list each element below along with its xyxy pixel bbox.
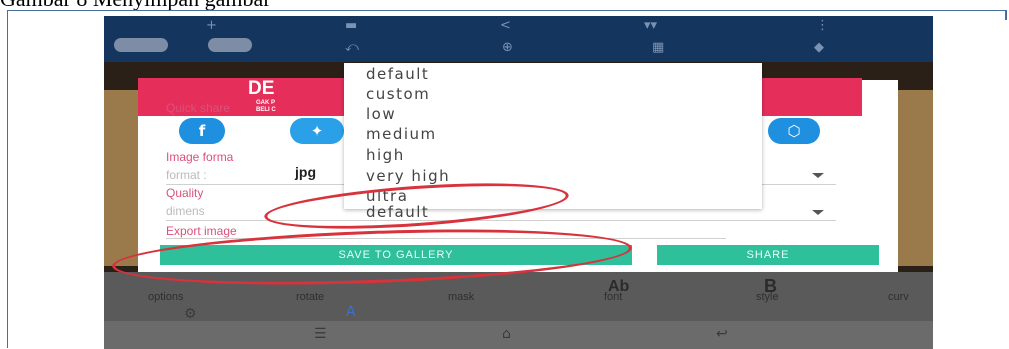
canvas-image-left xyxy=(104,90,138,266)
format-dropdown-arrow[interactable] xyxy=(812,173,824,178)
zoom-icon[interactable]: ⊕ xyxy=(502,41,513,54)
export-image-label: Export image xyxy=(166,224,237,238)
rotate-tool-label[interactable]: rotate xyxy=(296,291,324,303)
top-toolbar: + ▬ < ▾▾ ⋮ ⤺ ⊕ ▦ ◆ xyxy=(104,16,933,62)
save-icon[interactable]: ▬ xyxy=(345,19,357,32)
canvas-image-right xyxy=(894,90,933,266)
brush-icon[interactable] xyxy=(114,38,168,52)
ad-banner-title: DE xyxy=(248,78,275,99)
recents-icon[interactable]: ☰ xyxy=(314,326,327,342)
crop-icon[interactable]: ▾▾ xyxy=(644,19,657,32)
mask-tool-label[interactable]: mask xyxy=(448,291,474,303)
option-default[interactable]: default xyxy=(366,65,429,83)
dimension-dropdown-arrow[interactable] xyxy=(812,210,824,215)
dropbox-icon[interactable]: ⬡ xyxy=(768,118,820,144)
font-tool-label[interactable]: font xyxy=(604,291,622,303)
menu-icon[interactable]: ⋮ xyxy=(816,19,829,32)
android-nav-bar: ☰ ⌂ ↩ xyxy=(104,321,933,349)
option-high[interactable]: high xyxy=(366,146,405,164)
option-medium[interactable]: medium xyxy=(366,125,437,143)
undo-icon[interactable]: ⤺ xyxy=(345,41,359,54)
quality-label: Quality xyxy=(166,186,204,200)
ad-banner-right[interactable] xyxy=(754,78,862,116)
option-low[interactable]: low xyxy=(366,105,396,123)
twitter-icon[interactable]: ✦ xyxy=(290,118,344,144)
format-value[interactable]: jpg xyxy=(295,164,316,180)
settings-icon[interactable]: ⚙ xyxy=(184,306,197,322)
text-tool-icon[interactable]: A xyxy=(346,304,356,320)
figure-frame-corner xyxy=(1005,10,1007,20)
ad-banner-line2: BELI C xyxy=(256,107,276,113)
quick-share-label: Quick share xyxy=(166,101,231,115)
share-icon[interactable]: < xyxy=(500,19,511,32)
grid-icon[interactable]: ▦ xyxy=(652,41,664,54)
home-icon[interactable]: ⌂ xyxy=(502,326,511,342)
options-tool-label[interactable]: options xyxy=(148,291,183,303)
share-button[interactable]: SHARE xyxy=(657,245,879,265)
dimension-label: dimens xyxy=(166,204,205,218)
option-very-high[interactable]: very high xyxy=(366,167,450,185)
ad-banner-line1: GAK P xyxy=(256,100,276,106)
phone-screenshot: + ▬ < ▾▾ ⋮ ⤺ ⊕ ▦ ◆ DE GAK P BELI C Quick… xyxy=(104,16,933,349)
style-tool-label[interactable]: style xyxy=(756,291,779,303)
curve-tool-label[interactable]: curv xyxy=(888,291,909,303)
format-label: format : xyxy=(166,168,207,182)
layers-icon[interactable]: ◆ xyxy=(814,41,824,54)
eraser-icon[interactable] xyxy=(208,38,252,52)
image-format-label: Image forma xyxy=(166,150,234,164)
option-custom[interactable]: custom xyxy=(366,85,430,103)
plus-icon[interactable]: + xyxy=(206,19,217,32)
facebook-icon[interactable]: f xyxy=(179,118,225,144)
back-icon[interactable]: ↩ xyxy=(716,326,728,342)
